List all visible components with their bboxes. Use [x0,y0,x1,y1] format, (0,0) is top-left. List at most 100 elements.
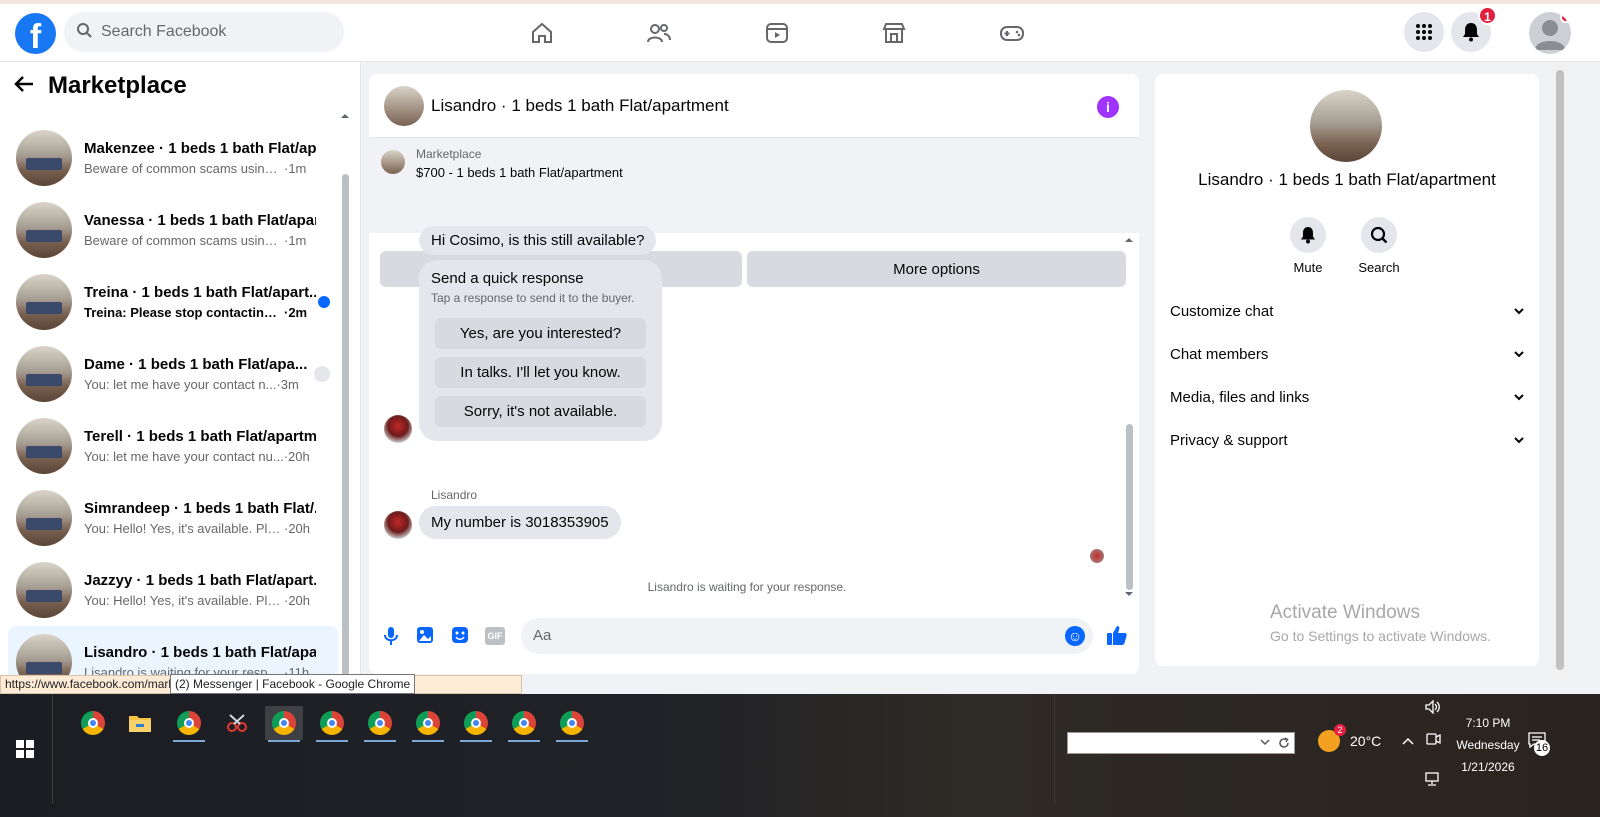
conversation-title: Dame · 1 beds 1 bath Flat/apa... [84,356,308,373]
sidebar-scrollbar[interactable] [341,112,349,692]
listing-category: Marketplace [416,147,482,161]
thumbs-up-icon[interactable] [1106,624,1127,645]
chrome-profile-taskbar-icon[interactable] [553,706,591,742]
marketplace-icon[interactable] [879,18,909,48]
conversation-title: Vanessa · 1 beds 1 bath Flat/apar... [84,212,316,229]
chat-scrollbar[interactable] [1124,236,1134,598]
quick-response-button[interactable]: In talks. I'll let you know. [435,357,646,388]
conversation-item[interactable]: Vanessa · 1 beds 1 bath Flat/apar... Bew… [8,194,338,266]
conversation-item[interactable]: Terell · 1 beds 1 bath Flat/apartm... Yo… [8,410,338,482]
sidebar-scroll-thumb[interactable] [342,174,349,692]
conversation-time: ·2m [284,305,308,320]
chrome-profile-taskbar-icon[interactable] [313,706,351,742]
unread-indicator [318,296,330,308]
video-icon[interactable] [762,18,792,48]
chrome-profile-taskbar-icon[interactable] [361,706,399,742]
notifications-button[interactable]: 1 [1451,6,1497,52]
quick-response-button[interactable]: Yes, are you interested? [435,318,646,349]
sticker-icon[interactable] [450,626,470,646]
meet-icon[interactable] [1425,731,1441,750]
waiting-note: Lisandro is waiting for your response. [647,580,847,594]
clock-day: Wednesday [1456,738,1520,752]
taskbar-address-box[interactable] [1067,732,1295,754]
quick-response-button[interactable]: Sorry, it's not available. [435,396,646,427]
search-icon [76,22,92,43]
info-icon[interactable]: i [1097,96,1119,118]
menu-grid-icon[interactable] [1404,12,1444,52]
search-placeholder: Search Facebook [101,23,227,40]
scroll-up-arrow-icon[interactable] [341,112,349,120]
mute-button[interactable]: Mute [1278,217,1338,275]
chevron-up-icon[interactable] [1402,732,1414,748]
page-scroll-thumb[interactable] [1556,70,1564,670]
back-arrow-icon[interactable] [14,72,34,100]
friends-icon[interactable] [644,18,674,48]
search-icon [1361,217,1397,253]
conversation-item[interactable]: Makenzee · 1 beds 1 bath Flat/ap... Bewa… [8,122,338,194]
network-icon[interactable] [1425,772,1441,789]
media-files-links-section[interactable]: Media, files and links [1170,379,1524,415]
search-in-conversation-button[interactable]: Search [1349,217,1409,275]
activate-windows-watermark: Activate Windows Go to Settings to activ… [1270,602,1491,644]
windows-start-icon[interactable] [16,740,34,758]
refresh-icon[interactable] [1278,737,1290,749]
chevron-down-icon [1514,390,1524,404]
conversation-item[interactable]: Dame · 1 beds 1 bath Flat/apa... You: le… [8,338,338,410]
account-avatar[interactable] [1529,12,1571,54]
section-label: Chat members [1170,345,1269,363]
taskbar-clock[interactable]: 7:10 PM Wednesday 1/21/2026 [1448,712,1528,778]
message-input[interactable]: Aa ☺ [521,618,1093,654]
facebook-logo-icon[interactable]: f [15,13,56,54]
microphone-icon[interactable] [381,626,401,646]
conversation-title: Lisandro · 1 beds 1 bath Flat/apa... [84,644,316,661]
page-scrollbar[interactable] [1553,62,1567,682]
window-tooltip: (2) Messenger | Facebook - Google Chrome [170,674,416,694]
speaker-icon[interactable] [1425,699,1441,717]
listing-thumbnail [16,418,72,474]
privacy-support-section[interactable]: Privacy & support [1170,422,1524,458]
conversation-time: ·1m [284,233,307,248]
section-label: Customize chat [1170,302,1274,320]
chat-scroll-thumb[interactable] [1126,424,1133,590]
emoji-icon[interactable]: ☺ [1065,626,1085,646]
chat-title[interactable]: Lisandro · 1 beds 1 bath Flat/apartment [431,96,729,116]
listing-profile-photo[interactable] [1310,90,1382,162]
gaming-icon[interactable] [997,18,1027,48]
chrome-taskbar-icon[interactable] [74,706,112,740]
gif-icon[interactable]: GIF [485,627,505,645]
conversation-snippet: Treina: Please stop contacting ... [84,305,284,320]
conversation-item[interactable]: Jazzyy · 1 beds 1 bath Flat/apart... You… [8,554,338,626]
notification-count-badge: 1 [1478,6,1497,25]
snipping-tool-icon[interactable] [218,706,256,740]
chat-thumbnail[interactable] [384,85,424,126]
chrome-profile-taskbar-icon[interactable] [457,706,495,742]
conversation-time: ·20h [283,449,310,464]
chrome-profile-taskbar-icon[interactable] [409,706,447,742]
conversation-item[interactable]: Treina · 1 beds 1 bath Flat/apart... Tre… [8,266,338,338]
chat-members-section[interactable]: Chat members [1170,336,1524,372]
chrome-profile-taskbar-icon[interactable] [265,706,303,742]
listing-thumbnail [16,346,72,402]
listing-price[interactable]: $700 - 1 beds 1 bath Flat/apartment [416,165,623,180]
chrome-profile-taskbar-icon[interactable] [505,706,543,742]
weather-widget[interactable]: 20°C [1318,730,1381,752]
photo-icon[interactable] [415,626,435,646]
weather-temperature: 20°C [1350,733,1382,749]
conversation-time: ·3m [276,377,299,392]
bell-icon [1463,23,1479,42]
section-label: Media, files and links [1170,388,1310,406]
conversation-list: Makenzee · 1 beds 1 bath Flat/ap... Bewa… [8,122,338,692]
message-thread: Hi Cosimo, is this still available? Send… [369,226,1139,603]
scroll-down-arrow-icon[interactable] [1124,590,1134,598]
customize-chat-section[interactable]: Customize chat [1170,293,1524,329]
sender-avatar[interactable] [384,415,412,443]
conversation-item[interactable]: Simrandeep · 1 beds 1 bath Flat/... You:… [8,482,338,554]
sender-avatar[interactable] [384,511,412,539]
scroll-up-arrow-icon[interactable] [1124,236,1134,244]
search-input[interactable]: Search Facebook [64,12,344,52]
home-icon[interactable] [527,18,557,48]
listing-thumbnail [16,202,72,258]
file-explorer-icon[interactable] [121,706,159,740]
chrome-profile-taskbar-icon[interactable] [170,706,208,742]
listing-thumbnail [16,274,72,330]
